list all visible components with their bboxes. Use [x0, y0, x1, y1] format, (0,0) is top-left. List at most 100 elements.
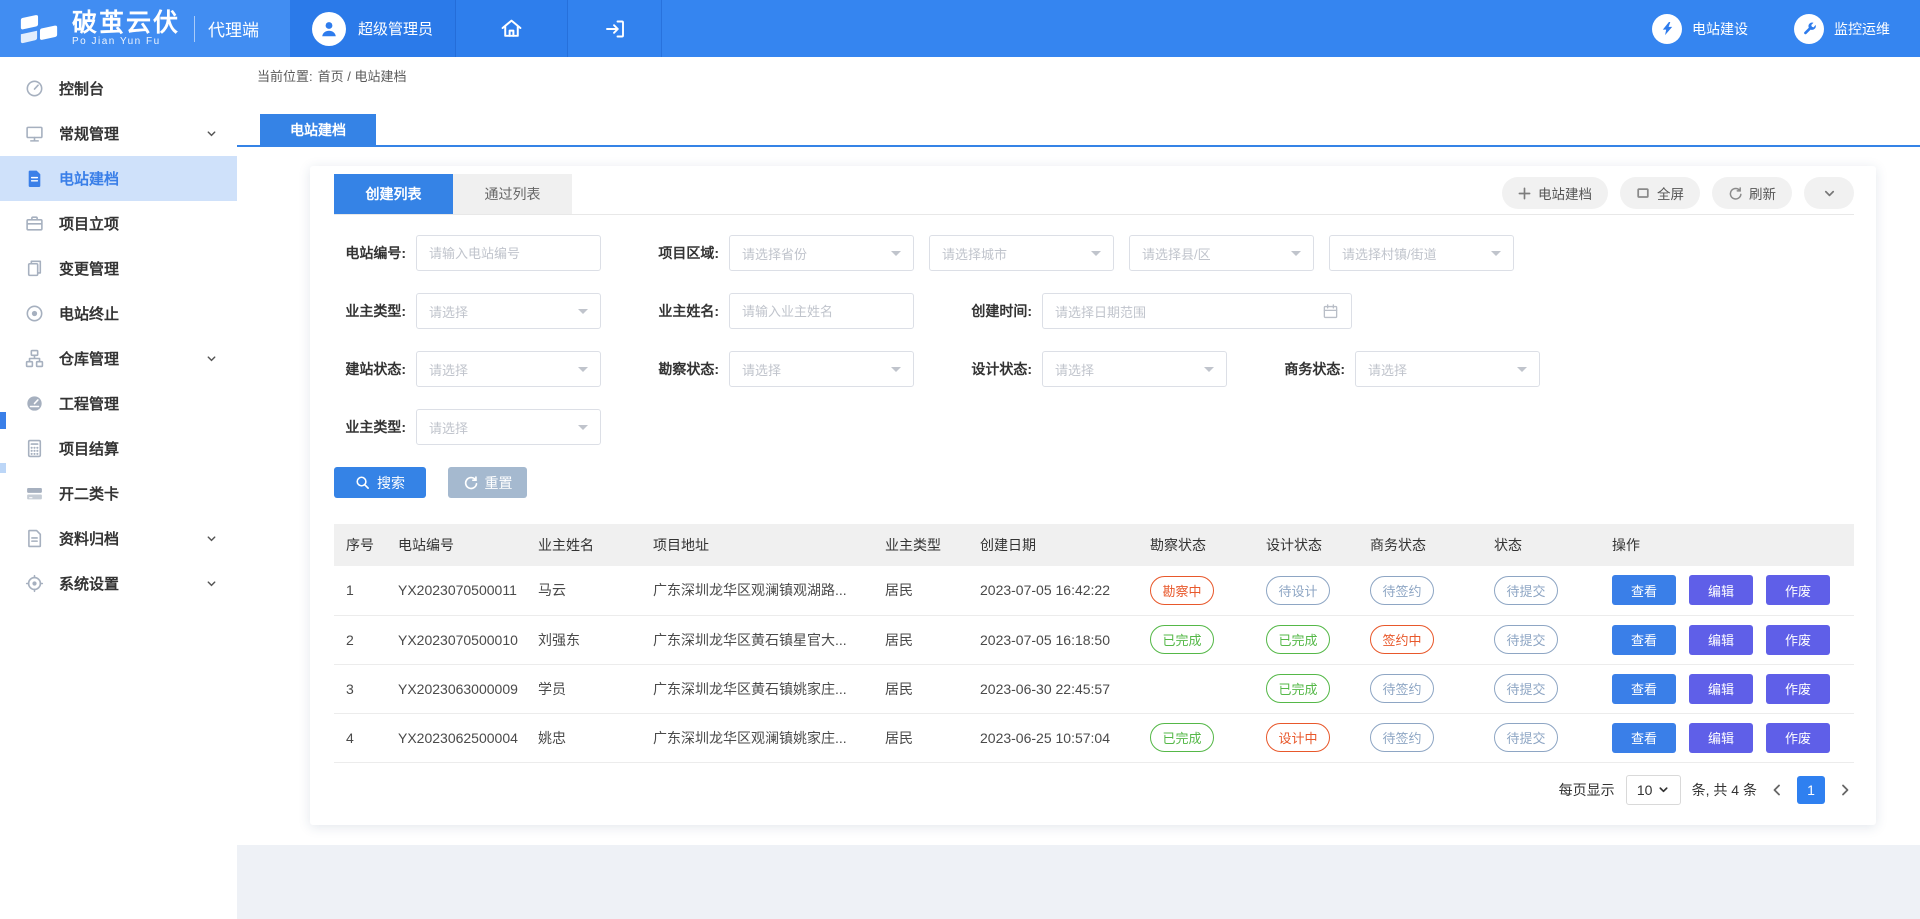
business-status-badge: 待签约 — [1370, 576, 1434, 605]
cell-owner-type: 居民 — [877, 664, 972, 713]
design-status-badge: 已完成 — [1266, 625, 1330, 654]
sidebar-item-label: 开二类卡 — [59, 483, 119, 504]
tab-station-archive[interactable]: 电站建档 — [260, 114, 376, 145]
sidebar-item-general-mgmt[interactable]: 常规管理 — [0, 111, 237, 156]
business-status-select[interactable]: 请选择 — [1355, 351, 1540, 387]
lightning-icon — [1652, 14, 1682, 44]
business-status-badge: 待签约 — [1370, 723, 1434, 752]
cell-station-code: YX2023070500010 — [390, 615, 530, 664]
fullscreen-icon — [1636, 186, 1650, 200]
business-status-label: 商务状态: — [1273, 359, 1345, 379]
col-business-status: 商务状态 — [1362, 524, 1486, 566]
create-time-label: 创建时间: — [960, 301, 1032, 321]
search-button[interactable]: 搜索 — [334, 467, 426, 498]
reset-icon — [463, 475, 478, 490]
build-status-select[interactable]: 请选择 — [416, 351, 601, 387]
sidebar-item-station-terminate[interactable]: 电站终止 — [0, 291, 237, 336]
district-select[interactable]: 请选择县/区 — [1129, 235, 1314, 271]
owner-type2-select[interactable]: 请选择 — [416, 409, 601, 445]
sidebar-item-warehouse-mgmt[interactable]: 仓库管理 — [0, 336, 237, 381]
logout-button[interactable] — [568, 0, 662, 57]
col-design-status: 设计状态 — [1258, 524, 1362, 566]
sidebar-item-label: 控制台 — [59, 78, 104, 99]
logo-subtitle: Po Jian Yun Fu — [72, 36, 180, 47]
design-status-badge: 已完成 — [1266, 674, 1330, 703]
edit-button[interactable]: 编辑 — [1689, 575, 1753, 605]
sidebar-item-project-setup[interactable]: 项目立项 — [0, 201, 237, 246]
tab-passed-list[interactable]: 通过列表 — [453, 174, 572, 214]
sidebar-item-project-settlement[interactable]: 项目结算 — [0, 426, 237, 471]
calculator-icon — [25, 439, 44, 458]
cell-create-date: 2023-06-30 22:45:57 — [972, 664, 1142, 713]
select-caret-icon — [1204, 367, 1214, 377]
home-button[interactable] — [456, 0, 568, 57]
view-button[interactable]: 查看 — [1612, 575, 1676, 605]
sidebar-item-change-mgmt[interactable]: 变更管理 — [0, 246, 237, 291]
col-status: 状态 — [1486, 524, 1604, 566]
province-select[interactable]: 请选择省份 — [729, 235, 914, 271]
owner-type2-label: 业主类型: — [334, 417, 406, 437]
tab-create-list[interactable]: 创建列表 — [334, 174, 453, 214]
next-page-button[interactable] — [1836, 783, 1854, 797]
sidebar-item-console[interactable]: 控制台 — [0, 66, 237, 111]
col-survey-status: 勘察状态 — [1142, 524, 1258, 566]
void-button[interactable]: 作废 — [1766, 674, 1830, 704]
sidebar-scrollbar-thumb[interactable] — [0, 412, 6, 429]
gauge-icon — [25, 394, 44, 413]
town-select[interactable]: 请选择村镇/街道 — [1329, 235, 1514, 271]
fullscreen-button[interactable]: 全屏 — [1620, 177, 1700, 209]
nav-monitor-ops[interactable]: 监控运维 — [1794, 14, 1890, 44]
page-1-button[interactable]: 1 — [1797, 776, 1825, 804]
card-icon — [25, 484, 44, 503]
cell-create-date: 2023-07-05 16:42:22 — [972, 566, 1142, 615]
sidebar-item-station-archive[interactable]: 电站建档 — [0, 156, 237, 201]
sidebar-item-class2-card[interactable]: 开二类卡 — [0, 471, 237, 516]
chevron-down-icon — [206, 533, 217, 544]
sidebar-item-engineering-mgmt[interactable]: 工程管理 — [0, 381, 237, 426]
void-button[interactable]: 作废 — [1766, 575, 1830, 605]
design-status-select[interactable]: 请选择 — [1042, 351, 1227, 387]
filter-form: 电站编号: 项目区域: 请选择省份 请选择城市 请选择县/区 请选择村镇/街道 — [334, 235, 1854, 445]
view-button[interactable]: 查看 — [1612, 625, 1676, 655]
survey-status-select[interactable]: 请选择 — [729, 351, 914, 387]
cell-owner-name: 姚忠 — [530, 713, 645, 762]
create-station-button[interactable]: 电站建档 — [1502, 177, 1608, 209]
edit-button[interactable]: 编辑 — [1689, 625, 1753, 655]
owner-type-select[interactable]: 请选择 — [416, 293, 601, 329]
design-status-badge: 设计中 — [1266, 723, 1330, 752]
search-icon — [355, 475, 370, 490]
city-select[interactable]: 请选择城市 — [929, 235, 1114, 271]
date-range-picker[interactable]: 请选择日期范围 — [1042, 293, 1352, 329]
void-button[interactable]: 作废 — [1766, 625, 1830, 655]
copy-icon — [25, 259, 44, 278]
survey-status-badge: 已完成 — [1150, 723, 1214, 752]
owner-type-label: 业主类型: — [334, 301, 406, 321]
cell-address: 广东深圳龙华区观澜镇姚家庄... — [645, 713, 877, 762]
edit-button[interactable]: 编辑 — [1689, 723, 1753, 753]
user-menu[interactable]: 超级管理员 — [290, 0, 456, 57]
owner-name-input[interactable] — [729, 293, 914, 329]
cell-create-date: 2023-07-05 16:18:50 — [972, 615, 1142, 664]
col-address: 项目地址 — [645, 524, 877, 566]
prev-page-button[interactable] — [1768, 783, 1786, 797]
refresh-button[interactable]: 刷新 — [1712, 177, 1792, 209]
station-no-input[interactable] — [416, 235, 601, 271]
view-button[interactable]: 查看 — [1612, 723, 1676, 753]
view-button[interactable]: 查看 — [1612, 674, 1676, 704]
sidebar-item-system-settings[interactable]: 系统设置 — [0, 561, 237, 606]
sidebar-scrollbar-track[interactable] — [0, 463, 6, 473]
collapse-button[interactable] — [1804, 177, 1854, 209]
station-table: 序号 电站编号 业主姓名 项目地址 业主类型 创建日期 勘察状态 设计状态 商务… — [334, 524, 1854, 763]
per-page-select[interactable]: 10 — [1626, 775, 1681, 805]
col-owner-type: 业主类型 — [877, 524, 972, 566]
nav-station-build[interactable]: 电站建设 — [1652, 14, 1748, 44]
logo-title: 破茧云伏 — [72, 10, 180, 36]
edit-button[interactable]: 编辑 — [1689, 674, 1753, 704]
col-index: 序号 — [334, 524, 390, 566]
sidebar-item-label: 系统设置 — [59, 573, 119, 594]
cell-address: 广东深圳龙华区黄石镇星官大... — [645, 615, 877, 664]
sidebar-item-data-archive[interactable]: 资料归档 — [0, 516, 237, 561]
void-button[interactable]: 作废 — [1766, 723, 1830, 753]
reset-button[interactable]: 重置 — [448, 467, 527, 498]
chevron-down-icon — [206, 128, 217, 139]
